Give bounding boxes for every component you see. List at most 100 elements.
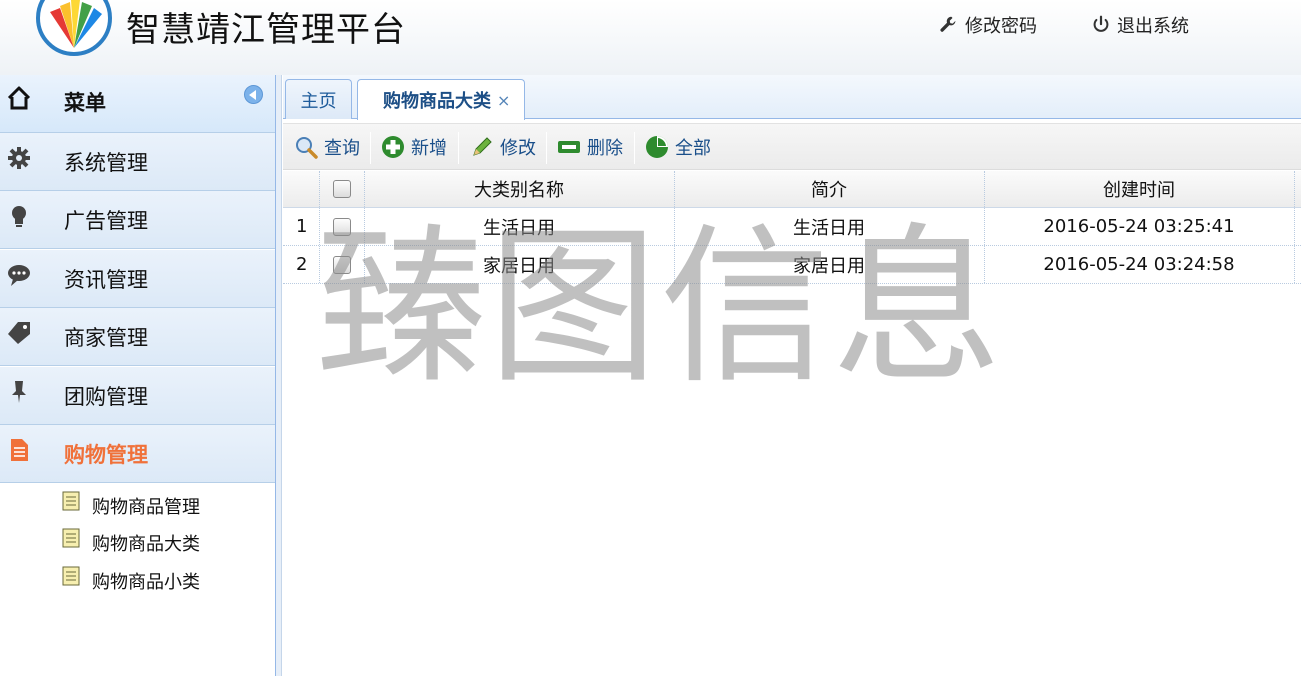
sidebar: 菜单 系统管理 广告管理 资讯管理 商家管理 团购管理 购物管理 购物商品管理 … <box>0 75 276 676</box>
sub-item-label: 购物商品管理 <box>92 497 200 518</box>
delete-button[interactable]: 删除 <box>557 132 623 162</box>
logout-link[interactable]: 退出系统 <box>1090 12 1189 38</box>
column-divider <box>364 246 365 283</box>
top-header: 智慧靖江管理平台 修改密码 退出系统 <box>0 0 1301 75</box>
cell-created: 2016-05-24 03:25:41 <box>1043 216 1235 237</box>
note-icon <box>62 491 80 511</box>
all-button[interactable]: 全部 <box>645 132 711 162</box>
document-icon <box>11 439 28 461</box>
select-all-checkbox[interactable] <box>332 180 351 198</box>
cell-desc: 生活日用 <box>793 217 865 239</box>
sub-item-shopping-category[interactable]: 购物商品大类 <box>0 524 275 560</box>
pie-chart-icon <box>646 136 668 158</box>
sidebar-splitter[interactable] <box>276 75 282 676</box>
column-divider <box>984 246 985 283</box>
toolbar-separator <box>546 132 547 164</box>
column-header-created[interactable]: 创建时间 <box>984 171 1294 207</box>
wrench-icon <box>940 16 956 32</box>
note-icon <box>62 566 80 586</box>
row-checkbox-cell <box>319 246 364 283</box>
menu-group-label: 系统管理 <box>64 151 148 175</box>
sub-item-label: 购物商品大类 <box>92 534 200 555</box>
tab-label: 购物商品大类 <box>383 91 491 112</box>
minus-icon <box>558 141 580 153</box>
column-divider <box>319 246 320 283</box>
pin-icon <box>12 381 26 403</box>
row-number: 1 <box>296 216 308 237</box>
change-password-label: 修改密码 <box>965 16 1037 37</box>
close-tab-icon[interactable]: × <box>497 91 510 110</box>
tag-icon <box>8 322 30 344</box>
menu-header: 菜单 <box>0 75 275 133</box>
toolbar-separator <box>634 132 635 164</box>
search-icon <box>296 137 318 159</box>
tab-label: 主页 <box>300 90 337 112</box>
logout-label: 退出系统 <box>1117 16 1189 37</box>
menu-group-label: 商家管理 <box>64 326 148 350</box>
edit-button[interactable]: 修改 <box>470 132 536 162</box>
cell-created: 2016-05-24 03:24:58 <box>1043 254 1235 275</box>
sub-item-label: 购物商品小类 <box>92 572 200 593</box>
query-label: 查询 <box>324 138 360 159</box>
menu-group-label: 团购管理 <box>64 385 148 409</box>
column-divider <box>364 171 365 207</box>
menu-group-label: 资讯管理 <box>64 268 148 292</box>
tab-shopping-category[interactable]: 购物商品大类 × <box>357 79 526 120</box>
column-divider <box>319 208 320 245</box>
row-number: 2 <box>296 254 308 275</box>
row-checkbox-cell <box>319 208 364 245</box>
column-divider <box>984 171 985 207</box>
add-label: 新增 <box>411 138 447 159</box>
toolbar-separator <box>458 132 459 164</box>
toolbar: 查询 新增 修改 删除 全部 <box>283 123 1301 170</box>
sub-item-shopping-subcategory[interactable]: 购物商品小类 <box>0 562 275 598</box>
menu-title: 菜单 <box>64 91 106 115</box>
row-checkbox[interactable] <box>332 217 351 236</box>
menu-group-ads[interactable]: 广告管理 <box>0 191 275 249</box>
menu-group-system[interactable]: 系统管理 <box>0 133 275 191</box>
cell-name: 家居日用 <box>483 255 555 277</box>
tab-home[interactable]: 主页 <box>285 79 352 119</box>
plus-icon <box>382 136 404 158</box>
sub-item-shopping-goods[interactable]: 购物商品管理 <box>0 487 275 523</box>
menu-group-shopping[interactable]: 购物管理 <box>0 425 275 483</box>
menu-group-merchants[interactable]: 商家管理 <box>0 308 275 366</box>
table-row[interactable]: 1 生活日用 生活日用 2016-05-24 03:25:41 <box>283 208 1301 246</box>
cell-name: 生活日用 <box>483 217 555 239</box>
query-button[interactable]: 查询 <box>294 132 360 162</box>
column-divider <box>674 208 675 245</box>
power-icon <box>1093 15 1109 32</box>
column-divider <box>674 171 675 207</box>
toolbar-separator <box>370 132 371 164</box>
menu-group-label: 广告管理 <box>64 209 148 233</box>
column-divider <box>319 171 320 207</box>
menu-group-label: 购物管理 <box>64 443 148 467</box>
add-button[interactable]: 新增 <box>381 132 447 162</box>
app-logo <box>36 0 112 56</box>
menu-group-news[interactable]: 资讯管理 <box>0 250 275 308</box>
tabs-bar: 主页 购物商品大类 × <box>283 75 1301 120</box>
column-header-desc[interactable]: 简介 <box>674 171 984 207</box>
table-row[interactable]: 2 家居日用 家居日用 2016-05-24 03:24:58 <box>283 246 1301 284</box>
lightbulb-icon <box>12 206 26 227</box>
home-icon <box>7 86 31 110</box>
column-header-name[interactable]: 大类别名称 <box>364 171 674 207</box>
column-divider <box>674 246 675 283</box>
delete-label: 删除 <box>587 138 623 159</box>
column-divider <box>984 208 985 245</box>
row-checkbox[interactable] <box>332 255 351 274</box>
change-password-link[interactable]: 修改密码 <box>938 12 1037 38</box>
app-title: 智慧靖江管理平台 <box>126 10 406 50</box>
column-divider <box>1294 246 1295 283</box>
menu-group-groupbuy[interactable]: 团购管理 <box>0 367 275 425</box>
grid-header: 大类别名称 简介 创建时间 <box>283 171 1301 208</box>
edit-label: 修改 <box>500 138 536 159</box>
collapse-sidebar-button[interactable] <box>244 85 263 104</box>
column-divider <box>1294 171 1295 207</box>
select-all-checkbox-cell <box>319 171 364 207</box>
gear-icon <box>8 147 30 169</box>
column-divider <box>364 208 365 245</box>
chat-bubble-icon <box>8 265 30 286</box>
all-label: 全部 <box>675 138 711 159</box>
column-divider <box>1294 208 1295 245</box>
